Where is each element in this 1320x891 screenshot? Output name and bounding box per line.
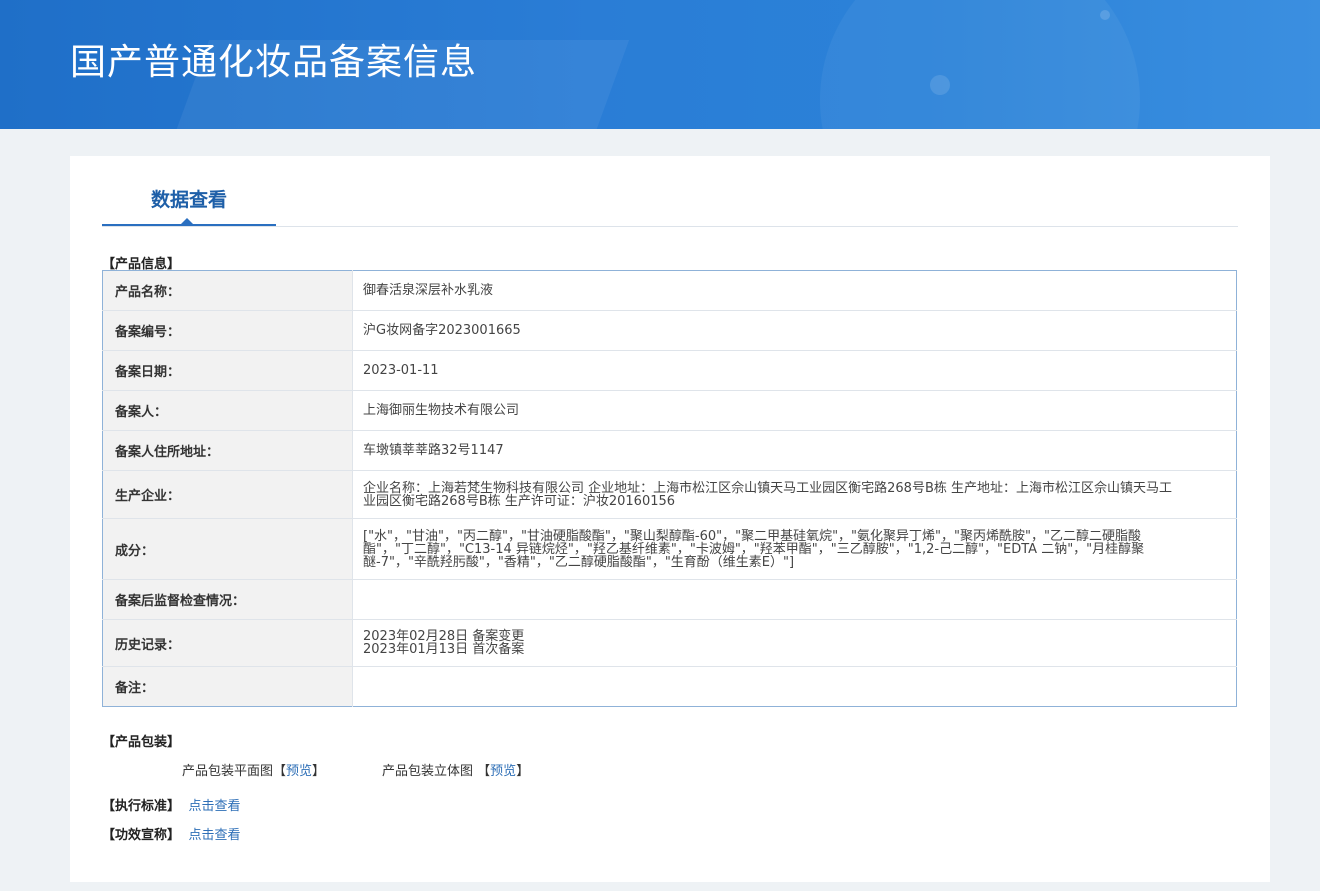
field-label: 备案人： [102,390,353,431]
banner-decoration [930,75,950,95]
field-value: 2023年02月28日 备案变更 2023年01月13日 首次备案 [352,619,1237,667]
efficacy-row: 【功效宣称】 点击查看 [102,824,241,843]
product-info-table: 产品名称： 御春活泉深层补水乳液 备案编号： 沪G妆网备字2023001665 … [102,270,1237,707]
field-label: 成分： [102,518,353,580]
field-value [353,667,1237,707]
content-card: 数据查看 【产品信息】 产品名称： 御春活泉深层补水乳液 备案编号： 沪G妆网备… [70,156,1270,882]
field-value: 车墩镇莘莘路32号1147 [352,430,1237,471]
bracket-close: 】 [312,764,326,779]
packaging-stereo-item: 产品包装立体图 【预览】 [382,760,529,779]
field-value: ["水"，"甘油"，"丙二醇"，"甘油硬脂酸酯"，"聚山梨醇酯-60"，"聚二甲… [352,518,1237,580]
efficacy-view-link[interactable]: 点击查看 [189,828,241,843]
standard-view-link[interactable]: 点击查看 [189,799,241,814]
field-label: 备注： [102,666,353,707]
field-value [352,579,1237,620]
packaging-stereo-label: 产品包装立体图 [382,764,474,779]
table-row: 备注： [102,666,1237,707]
standard-row: 【执行标准】 点击查看 [102,795,241,814]
packaging-flat-label: 产品包装平面图 [182,764,274,779]
page-title: 国产普通化妆品备案信息 [70,42,478,83]
field-label: 备案日期： [102,350,353,391]
tab-bar: 数据查看 [102,156,1238,227]
section-title-efficacy: 【功效宣称】 [102,828,181,843]
field-label: 产品名称： [102,270,353,311]
banner-decoration [820,0,1140,129]
table-row: 产品名称： 御春活泉深层补水乳液 [102,270,1237,311]
bracket-close: 】 [516,764,530,779]
packaging-stereo-preview-link[interactable]: 预览 [490,764,516,779]
table-row: 备案人： 上海御丽生物技术有限公司 [102,390,1237,431]
tab-active-caret-icon [181,218,193,224]
bracket-open: 【 [477,764,491,779]
table-row: 备案后监督检查情况： [102,579,1237,620]
field-value: 御春活泉深层补水乳液 [352,270,1237,311]
packaging-flat-item: 产品包装平面图【预览】 [182,760,325,779]
field-label: 历史记录： [102,619,353,667]
section-title-packaging: 【产品包装】 [102,735,181,750]
header-banner: 国产普通化妆品备案信息 [0,0,1320,129]
tab-data-view[interactable]: 数据查看 [102,156,276,226]
section-title-standard: 【执行标准】 [102,799,181,814]
packaging-flat-preview-link[interactable]: 预览 [286,764,312,779]
table-row: 历史记录： 2023年02月28日 备案变更 2023年01月13日 首次备案 [102,619,1237,667]
table-row: 备案人住所地址： 车墩镇莘莘路32号1147 [102,430,1237,471]
field-value: 企业名称：上海若梵生物科技有限公司 企业地址：上海市松江区佘山镇天马工业园区衡宅… [352,470,1237,519]
table-row: 备案日期： 2023-01-11 [102,350,1237,391]
field-label: 生产企业： [102,470,353,519]
field-value: 上海御丽生物技术有限公司 [352,390,1237,431]
history-entry: 2023年01月13日 首次备案 [363,642,525,657]
tab-label: 数据查看 [150,189,227,211]
field-value: 沪G妆网备字2023001665 [352,310,1237,351]
field-label: 备案编号： [102,310,353,351]
field-label: 备案人住所地址： [102,430,353,471]
table-row: 备案编号： 沪G妆网备字2023001665 [102,310,1237,351]
bracket-open: 【 [273,764,287,779]
table-row: 成分： ["水"，"甘油"，"丙二醇"，"甘油硬脂酸酯"，"聚山梨醇酯-60"，… [102,518,1237,580]
field-value: 2023-01-11 [352,350,1237,391]
table-row: 生产企业： 企业名称：上海若梵生物科技有限公司 企业地址：上海市松江区佘山镇天马… [102,470,1237,519]
banner-decoration [1100,10,1110,20]
field-label: 备案后监督检查情况： [102,579,353,620]
